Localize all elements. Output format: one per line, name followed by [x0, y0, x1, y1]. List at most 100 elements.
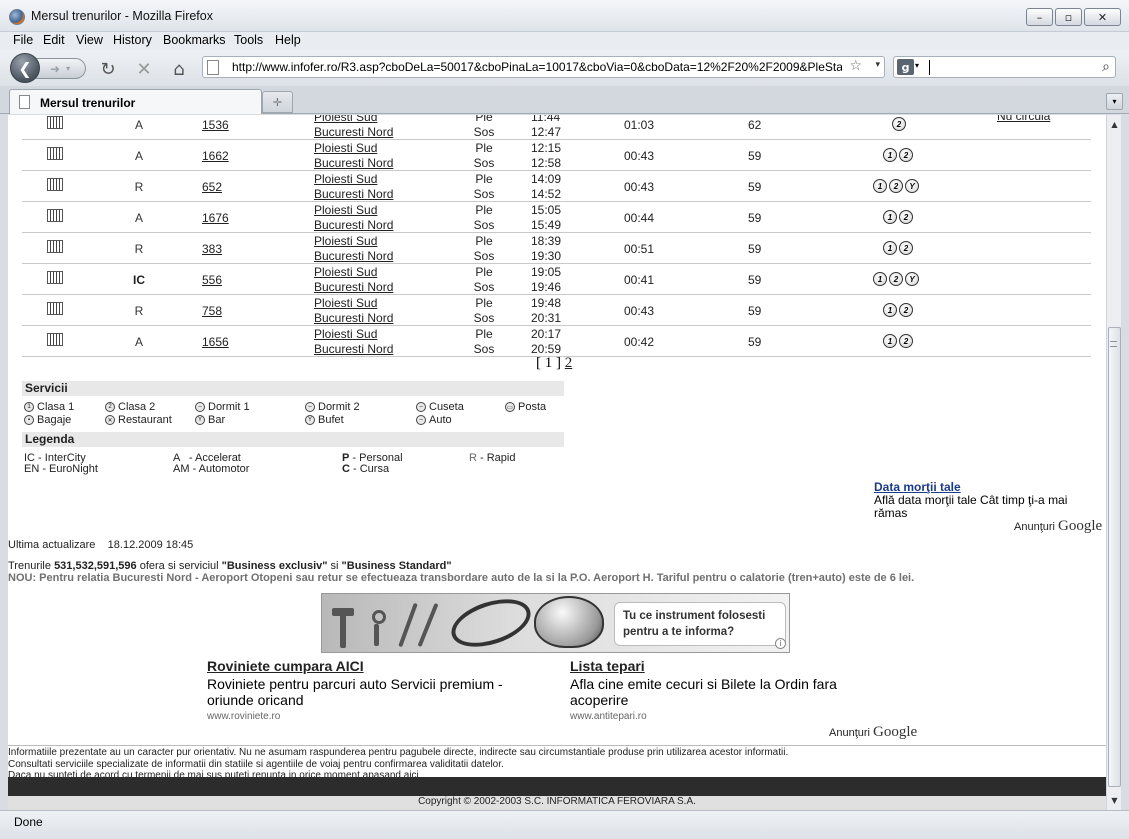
menu-help[interactable]: Help: [275, 33, 301, 47]
service-class-icon: 1: [883, 241, 897, 255]
pager-next-page-link[interactable]: 2: [565, 355, 573, 371]
train-details-icon[interactable]: [47, 333, 63, 346]
train-details-icon[interactable]: [47, 116, 63, 129]
train-number-link[interactable]: 1536: [202, 118, 229, 132]
close-button[interactable]: ✕: [1084, 8, 1121, 26]
service-label: Bar: [208, 414, 226, 426]
menu-edit[interactable]: Edit: [43, 33, 65, 47]
history-dropdown-icon[interactable]: ▾: [66, 64, 70, 73]
text-ad[interactable]: Roviniete cumpara AICI Roviniete pentru …: [207, 658, 527, 722]
plus-icon: ✛: [272, 95, 283, 109]
scroll-up-arrow-icon[interactable]: ▲: [1107, 117, 1122, 132]
service-icons: 12Y: [873, 272, 919, 286]
departure-station-link[interactable]: Ploiesti Sud: [314, 203, 377, 217]
disclaimer-line: Informatiile prezentate au un caracter p…: [8, 747, 789, 758]
text-ad[interactable]: Lista tepari Afla cine emite cecuri si B…: [570, 658, 870, 722]
train-number-link[interactable]: 1676: [202, 211, 229, 225]
train-category: IC: [133, 273, 145, 287]
url-text[interactable]: http://www.infofer.ro/R3.asp?cboDeLa=500…: [232, 60, 842, 74]
arrival-station-link[interactable]: Bucuresti Nord: [314, 125, 393, 139]
menu-tools[interactable]: Tools: [234, 33, 263, 47]
google-search-engine-icon[interactable]: g: [897, 59, 914, 75]
menu-history[interactable]: History: [113, 33, 152, 47]
train-number-link[interactable]: 652: [202, 180, 222, 194]
back-button[interactable]: ❮: [10, 53, 40, 83]
service-legend-item: 1 Clasa 1: [24, 401, 74, 413]
service-class-icon: Y: [905, 272, 919, 286]
magnifier-tool-icon: [374, 624, 379, 646]
new-tab-button[interactable]: ✛: [262, 91, 293, 113]
search-icon[interactable]: ⌕: [1102, 59, 1110, 75]
vertical-scrollbar[interactable]: ▲ ▼: [1106, 115, 1121, 810]
ad-info-icon[interactable]: i: [775, 638, 786, 649]
text-ad-title-link[interactable]: Lista tepari: [570, 658, 870, 674]
train-details-icon[interactable]: [47, 271, 63, 284]
arrival-station-link[interactable]: Bucuresti Nord: [314, 280, 393, 294]
departure-time: 14:09: [531, 172, 562, 186]
service-class-icon: 2: [899, 148, 913, 162]
departure-time: 18:39: [531, 234, 562, 248]
side-ads-by-google[interactable]: Anunţuri Google: [1014, 518, 1102, 535]
legend-item: R - Rapid: [469, 452, 515, 464]
tab-list-button[interactable]: ▾: [1106, 93, 1123, 110]
departure-station-link[interactable]: Ploiesti Sud: [314, 172, 377, 186]
window-title: Mersul trenurilor - Mozilla Firefox: [31, 9, 213, 23]
arrival-station-link[interactable]: Bucuresti Nord: [314, 311, 393, 325]
arrival-station-link[interactable]: Bucuresti Nord: [314, 249, 393, 263]
ads-by-google[interactable]: Anunţuri Google: [829, 724, 917, 741]
arrival-station-link[interactable]: Bucuresti Nord: [314, 187, 393, 201]
minimize-button[interactable]: –: [1026, 8, 1053, 26]
departure-station-link[interactable]: Ploiesti Sud: [314, 296, 377, 310]
departure-station-link[interactable]: Ploiesti Sud: [314, 115, 377, 124]
page-content: A 1536 Ploiesti Sud Bucuresti Nord Ple Sos 11:…: [8, 115, 1106, 810]
train-row: A 1536 Ploiesti Sud Bucuresti Nord Ple Sos 11:…: [22, 115, 1091, 140]
service-symbol-icon: –: [305, 402, 315, 412]
departure-time: 12:15: [531, 141, 562, 155]
address-bar[interactable]: http://www.infofer.ro/R3.asp?cboDeLa=500…: [202, 56, 885, 78]
train-number-link[interactable]: 1662: [202, 149, 229, 163]
arrival-station-link[interactable]: Bucuresti Nord: [314, 342, 393, 356]
departure-station-link[interactable]: Ploiesti Sud: [314, 265, 377, 279]
departure-abbrev: Ple: [475, 203, 493, 217]
train-number-link[interactable]: 383: [202, 242, 222, 256]
departure-station-link[interactable]: Ploiesti Sud: [314, 327, 377, 341]
arrival-station-link[interactable]: Bucuresti Nord: [314, 156, 393, 170]
arrival-station-link[interactable]: Bucuresti Nord: [314, 218, 393, 232]
scroll-down-arrow-icon[interactable]: ▼: [1107, 793, 1122, 808]
train-details-icon[interactable]: [47, 147, 63, 160]
forward-button[interactable]: ➜ ▾: [36, 58, 86, 79]
service-class-icon: 1: [883, 148, 897, 162]
not-running-link[interactable]: Nu circula: [997, 115, 1050, 123]
legend-code: EN: [24, 463, 40, 475]
departure-station-link[interactable]: Ploiesti Sud: [314, 234, 377, 248]
train-number-link[interactable]: 556: [202, 273, 222, 287]
train-details-icon[interactable]: [47, 209, 63, 222]
url-dropdown-icon[interactable]: ▾: [875, 60, 880, 70]
service-symbol-icon: ✕: [105, 415, 115, 425]
menu-view[interactable]: View: [76, 33, 103, 47]
maximize-button[interactable]: ▫: [1055, 8, 1082, 26]
arrival-time: 20:59: [531, 342, 562, 356]
google-logo: Google: [873, 724, 918, 740]
bookmark-star-icon[interactable]: ☆: [849, 58, 862, 74]
anunturi-label: Anunţuri: [1014, 521, 1055, 533]
train-details-icon[interactable]: [47, 178, 63, 191]
menu-bookmarks[interactable]: Bookmarks: [163, 33, 226, 47]
reload-icon[interactable]: ↻: [97, 58, 119, 80]
search-bar[interactable]: g ▾ ⌕: [893, 56, 1116, 78]
side-ad-title-link[interactable]: Data morţii tale: [874, 480, 961, 494]
stop-icon[interactable]: ✕: [133, 58, 155, 80]
train-details-icon[interactable]: [47, 240, 63, 253]
menu-file[interactable]: File: [13, 33, 33, 47]
tab-mersul-trenurilor[interactable]: Mersul trenurilor: [9, 89, 262, 114]
text-ad-title-link[interactable]: Roviniete cumpara AICI: [207, 658, 527, 674]
departure-station-link[interactable]: Ploiesti Sud: [314, 141, 377, 155]
train-number-link[interactable]: 758: [202, 304, 222, 318]
train-number-link[interactable]: 1656: [202, 335, 229, 349]
banner-ad[interactable]: Tu ce instrument folosesti pentru a te i…: [321, 593, 790, 653]
train-details-icon[interactable]: [47, 302, 63, 315]
engine-dropdown-icon[interactable]: ▾: [915, 61, 919, 70]
home-icon[interactable]: ⌂: [168, 58, 190, 80]
scroll-thumb[interactable]: [1108, 327, 1121, 787]
service-icons: 12: [883, 210, 913, 224]
